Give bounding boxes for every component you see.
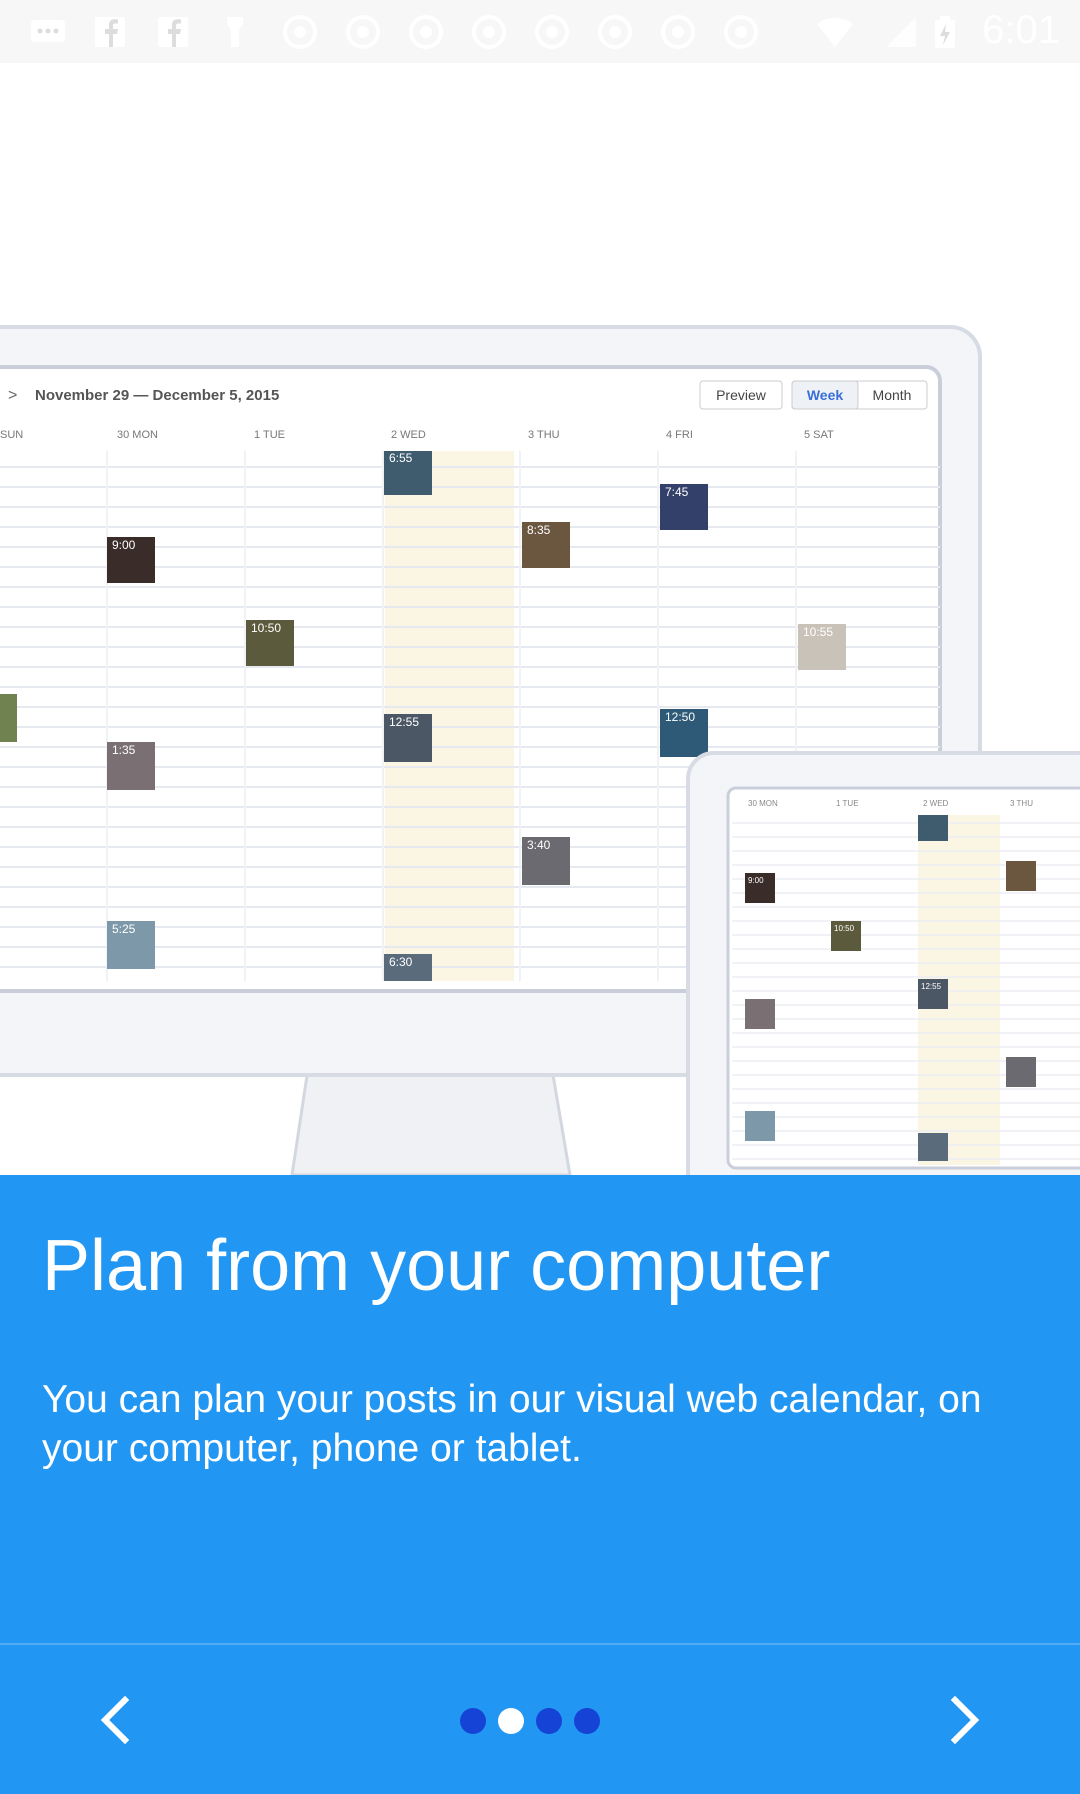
post-time: 5:25 xyxy=(112,922,136,936)
day-header: 5 SAT xyxy=(804,429,834,441)
page-description: You can plan your posts in our visual we… xyxy=(42,1378,982,1470)
page-dot xyxy=(460,1708,486,1734)
svg-text:>: > xyxy=(8,387,17,404)
tablet-day-header: 2 WED xyxy=(923,799,949,808)
day-header: 4 FRI xyxy=(666,429,693,441)
wifi-icon xyxy=(817,18,853,47)
sync-icon xyxy=(661,15,695,49)
page-dot-active xyxy=(498,1708,524,1734)
post-time: 10:55 xyxy=(803,625,833,639)
day-header: 2 WED xyxy=(391,429,426,441)
post-thumbnail xyxy=(0,694,17,742)
day-header: 3 THU xyxy=(528,429,560,441)
day-header: 1 TUE xyxy=(254,429,285,441)
tablet-day-header: 3 THU xyxy=(1010,799,1033,808)
monitor-date-range: November 29 — December 5, 2015 xyxy=(35,387,279,404)
post-time: 7:45 xyxy=(665,485,689,499)
post-time: 8:35 xyxy=(527,523,551,537)
onboarding-screen: 6:01 > November 29 — December 5, 2015 Pr… xyxy=(0,0,1080,1794)
post-time: 6:30 xyxy=(389,955,413,969)
post-time: 10:50 xyxy=(251,621,281,635)
chevron-left-icon xyxy=(100,1695,130,1745)
sync-icon xyxy=(346,15,380,49)
facebook-icon xyxy=(95,17,125,47)
post-time: 12:55 xyxy=(389,715,419,729)
next-button[interactable] xyxy=(930,1685,1000,1755)
onboarding-panel: Plan from your computer You can plan you… xyxy=(0,1175,1080,1794)
day-header: 30 MON xyxy=(117,429,158,441)
signal-icon xyxy=(886,17,916,47)
day-header: SUN xyxy=(0,429,23,441)
page-title: Plan from your computer xyxy=(42,1226,831,1306)
post-time: 3:40 xyxy=(527,838,551,852)
page-indicator xyxy=(460,1707,620,1735)
page-dot xyxy=(536,1708,562,1734)
calendar-devices-illustration: > November 29 — December 5, 2015 Preview… xyxy=(0,325,1080,1175)
chevron-right-icon xyxy=(950,1695,980,1745)
tablet-screen xyxy=(726,786,1080,1170)
divider xyxy=(0,1643,1080,1645)
monitor-month-button: Month xyxy=(873,387,912,403)
sync-icon xyxy=(472,15,506,49)
battery-icon xyxy=(935,16,955,48)
post-time: 6:55 xyxy=(389,451,413,465)
sync-icon xyxy=(724,15,758,49)
hero-illustration: > November 29 — December 5, 2015 Preview… xyxy=(0,63,1080,1175)
tablet-post-time: 12:55 xyxy=(921,982,942,991)
post-time: 12:50 xyxy=(665,710,695,724)
sync-icon xyxy=(598,15,632,49)
tablet-day-header: 1 TUE xyxy=(836,799,859,808)
message-icon xyxy=(31,20,65,42)
page-dot xyxy=(574,1708,600,1734)
sync-icon xyxy=(409,15,443,49)
sync-icon xyxy=(283,15,317,49)
status-time: 6:01 xyxy=(982,8,1060,52)
monitor-week-button: Week xyxy=(807,387,844,403)
flashlight-icon xyxy=(227,17,243,47)
post-time: 1:35 xyxy=(112,743,136,757)
status-bar: 6:01 xyxy=(0,0,1080,63)
facebook-icon xyxy=(158,17,188,47)
previous-button[interactable] xyxy=(80,1685,150,1755)
monitor-preview-button: Preview xyxy=(716,387,767,403)
tablet-post-time: 10:50 xyxy=(834,924,855,933)
sync-icon xyxy=(535,15,569,49)
tablet-day-header: 30 MON xyxy=(748,799,778,808)
post-time: 9:00 xyxy=(112,538,136,552)
tablet-post-time: 9:00 xyxy=(748,876,764,885)
